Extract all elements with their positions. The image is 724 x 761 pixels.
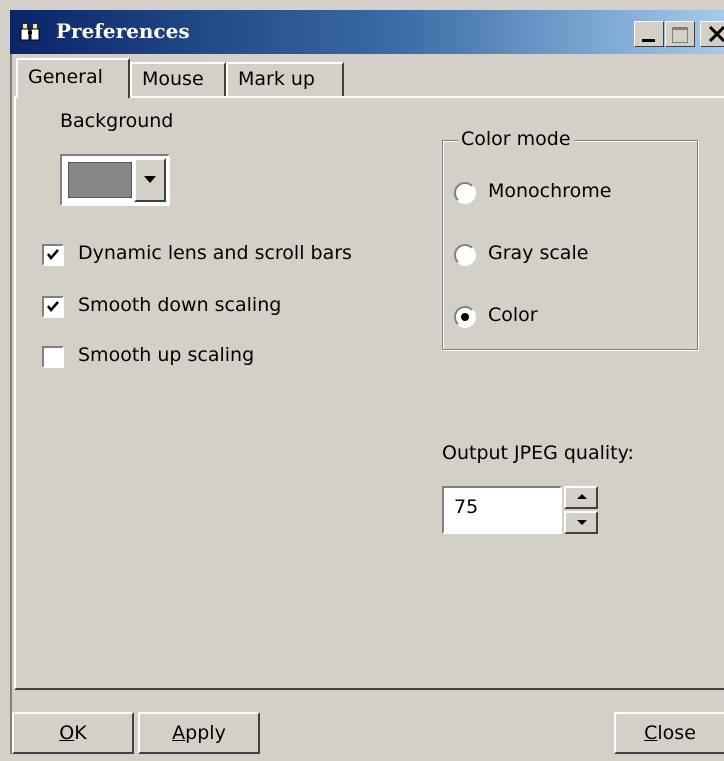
apply-button[interactable]: Apply (138, 712, 260, 754)
chevron-down-icon[interactable] (134, 158, 166, 202)
apply-mnemonic: A (172, 722, 186, 744)
gray-scale-radio[interactable] (454, 244, 476, 266)
background-label: Background (60, 110, 174, 132)
spin-down-button[interactable] (564, 511, 598, 534)
checkmark-icon (47, 249, 59, 260)
close-button[interactable]: Close (614, 712, 724, 754)
tab-mouse[interactable]: Mouse (130, 62, 226, 96)
checkmark-icon (47, 301, 59, 312)
gray-scale-label: Gray scale (488, 242, 589, 264)
color-radio[interactable] (454, 306, 476, 328)
dynamic-lens-label: Dynamic lens and scroll bars (78, 242, 352, 264)
background-color-combo[interactable] (60, 154, 170, 206)
window-left-edge (10, 54, 12, 754)
background-color-swatch (68, 162, 132, 198)
tab-general[interactable]: General (16, 58, 130, 98)
jpeg-quality-input[interactable]: 75 (442, 486, 562, 534)
smooth-up-label: Smooth up scaling (78, 344, 255, 366)
color-mode-legend: Color mode (458, 128, 574, 150)
smooth-down-checkbox[interactable] (42, 296, 64, 318)
jpeg-quality-value: 75 (454, 496, 479, 518)
apply-label-rest: pply (185, 722, 226, 744)
close-window-button[interactable] (700, 21, 724, 47)
title-bar[interactable]: Preferences (10, 10, 724, 54)
close-icon (708, 26, 724, 42)
smooth-down-label: Smooth down scaling (78, 294, 282, 316)
ok-button[interactable]: OK (12, 712, 134, 754)
jpeg-quality-label: Output JPEG quality: (442, 442, 634, 464)
binoculars-icon (20, 22, 50, 42)
dynamic-lens-checkbox[interactable] (42, 244, 64, 266)
tab-mark-up[interactable]: Mark up (226, 62, 344, 96)
monochrome-radio[interactable] (454, 182, 476, 204)
window-title: Preferences (56, 19, 190, 43)
color-label: Color (488, 304, 538, 326)
spin-up-button[interactable] (564, 486, 598, 509)
close-mnemonic: C (644, 722, 658, 744)
ok-label-rest: K (74, 722, 87, 744)
ok-mnemonic: O (59, 722, 75, 744)
maximize-button[interactable] (665, 21, 695, 47)
minimize-button[interactable] (634, 21, 664, 47)
monochrome-label: Monochrome (488, 180, 612, 202)
smooth-up-checkbox[interactable] (42, 346, 64, 368)
close-label-rest: lose (657, 722, 696, 744)
